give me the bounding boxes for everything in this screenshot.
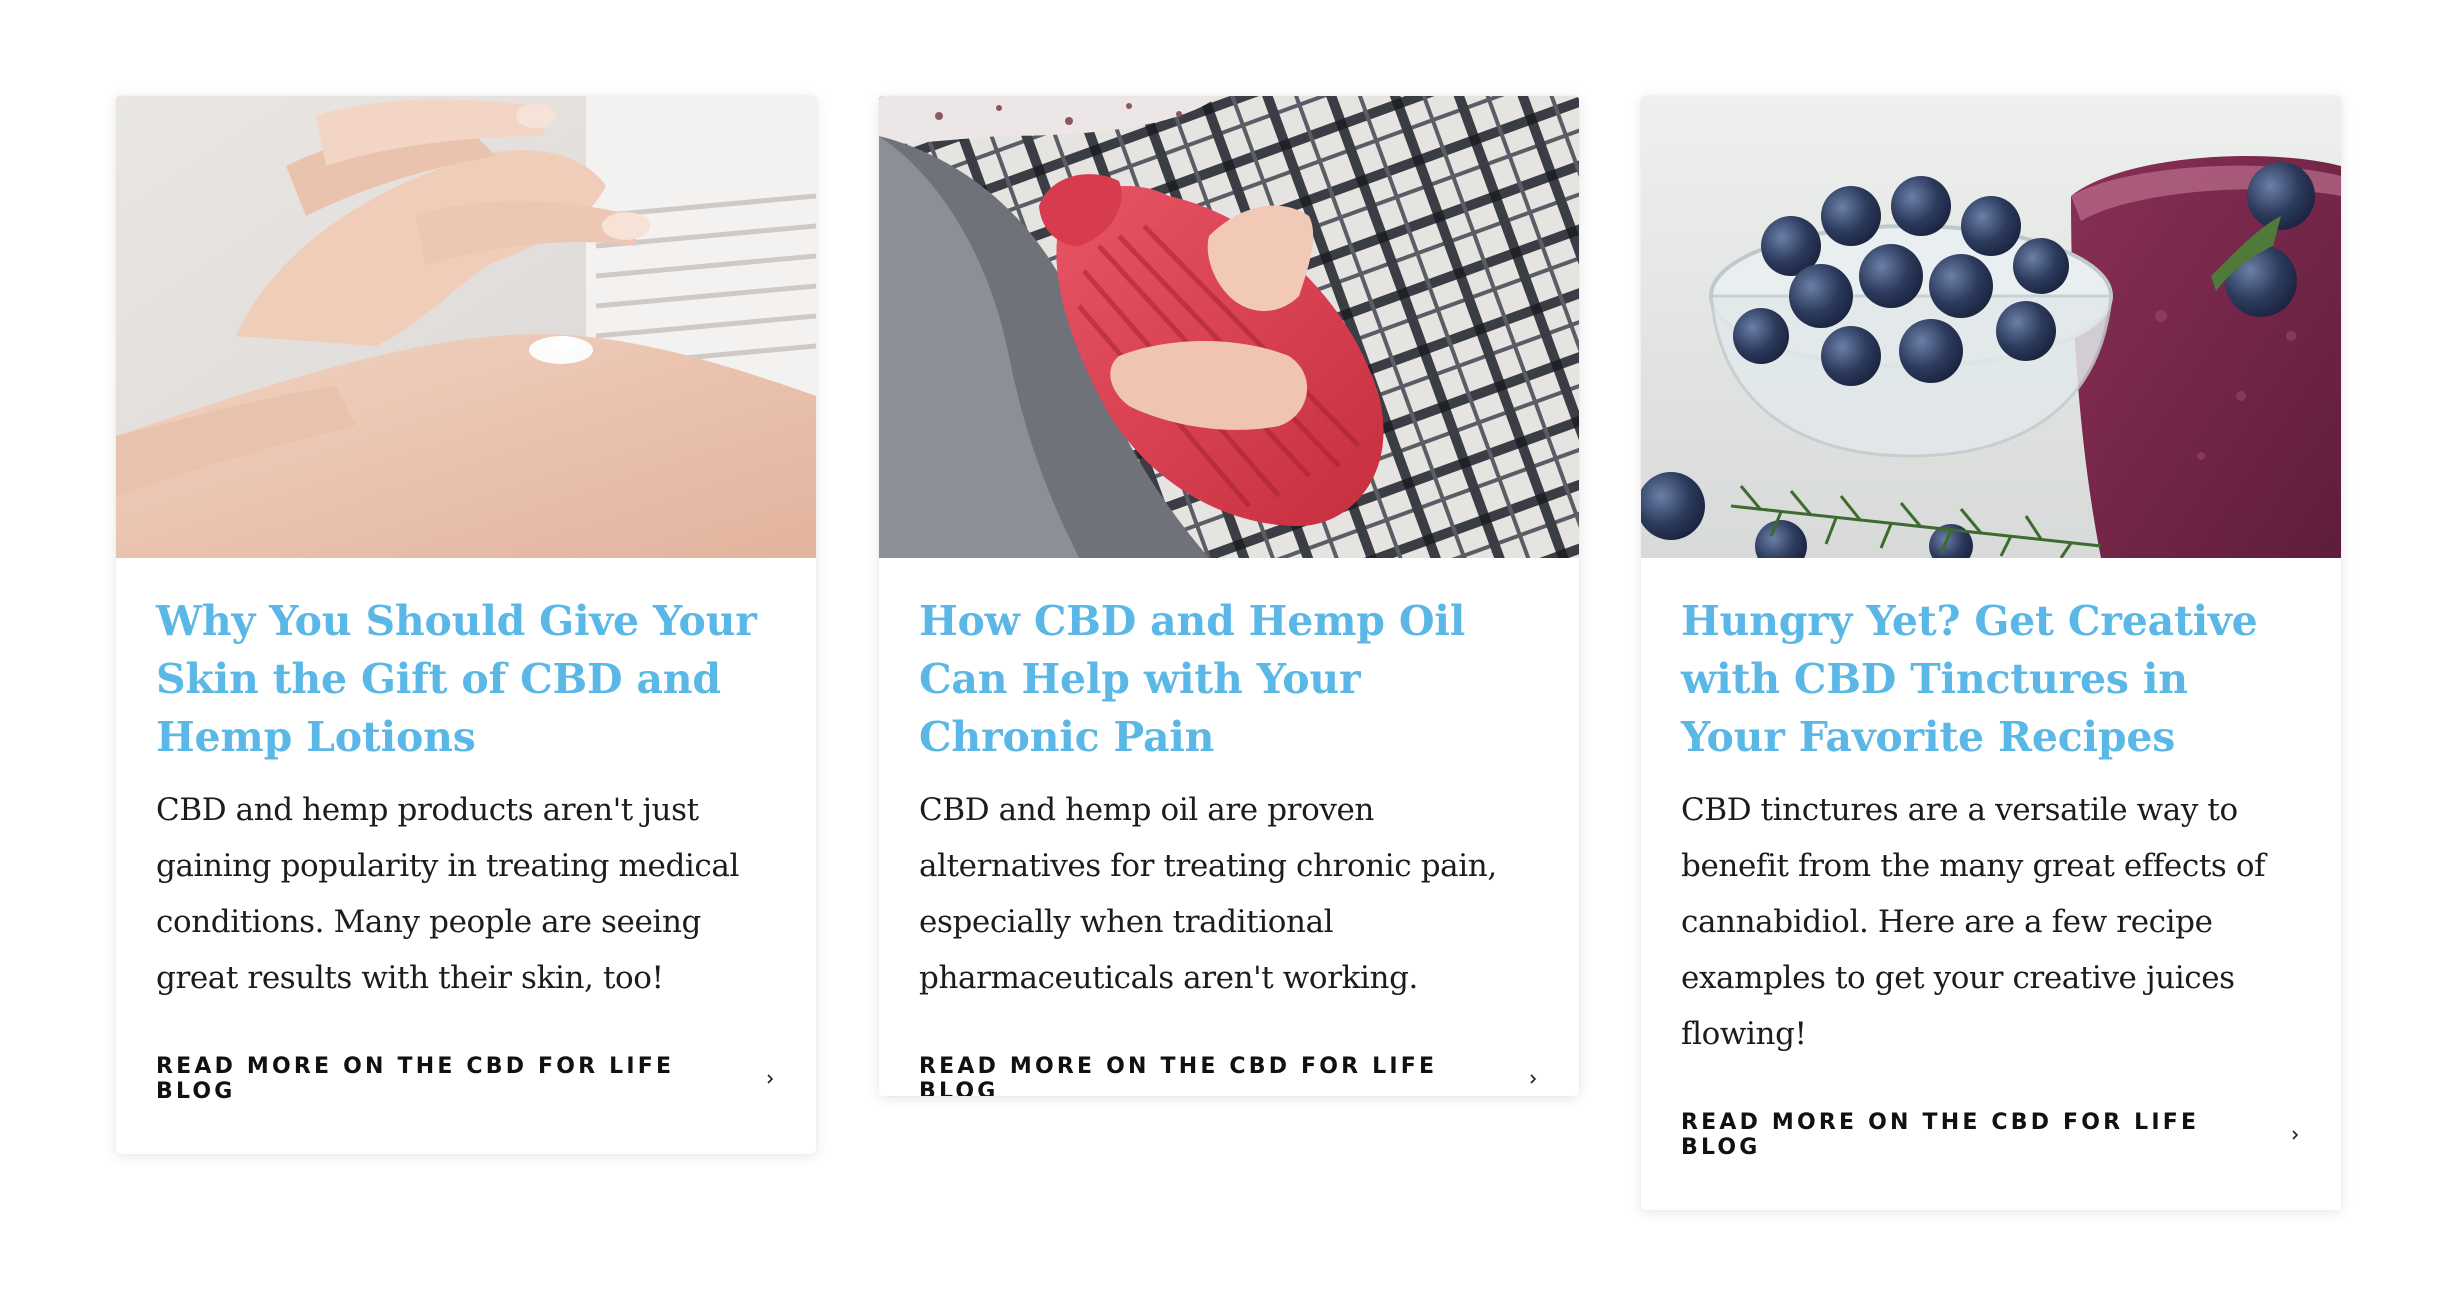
card-title[interactable]: Hungry Yet? Get Creative with CBD Tinctu…	[1681, 592, 2301, 766]
blog-card: Hungry Yet? Get Creative with CBD Tinctu…	[1641, 96, 2341, 1210]
chevron-right-icon	[1527, 1073, 1539, 1085]
card-excerpt: CBD and hemp products aren't just gainin…	[156, 792, 739, 996]
read-more-label: READ MORE ON THE CBD FOR LIFE BLOG	[1681, 1110, 2200, 1160]
blog-card: Why You Should Give Your Skin the Gift o…	[116, 96, 816, 1154]
hot-water-bottle-photo	[879, 96, 1579, 558]
read-more-link[interactable]: READ MORE ON THE CBD FOR LIFE BLOG	[919, 1054, 1539, 1096]
card-excerpt: CBD tinctures are a versatile way to ben…	[1681, 792, 2266, 1052]
blueberries-photo	[1641, 96, 2341, 558]
card-image-lotion[interactable]	[116, 96, 816, 558]
read-more-label: READ MORE ON THE CBD FOR LIFE BLOG	[156, 1054, 675, 1104]
chevron-right-icon	[2289, 1129, 2301, 1141]
read-more-link[interactable]: READ MORE ON THE CBD FOR LIFE BLOG	[1681, 1110, 2301, 1160]
read-more-label: READ MORE ON THE CBD FOR LIFE BLOG	[919, 1054, 1438, 1096]
blog-card: How CBD and Hemp Oil Can Help with Your …	[879, 96, 1579, 1096]
card-title[interactable]: How CBD and Hemp Oil Can Help with Your …	[919, 592, 1539, 766]
card-image-hot-water-bottle[interactable]	[879, 96, 1579, 558]
read-more-link[interactable]: READ MORE ON THE CBD FOR LIFE BLOG	[156, 1054, 776, 1104]
lotion-photo	[116, 96, 816, 558]
card-title[interactable]: Why You Should Give Your Skin the Gift o…	[156, 592, 776, 766]
chevron-right-icon	[764, 1073, 776, 1085]
card-image-blueberries[interactable]	[1641, 96, 2341, 558]
card-excerpt: CBD and hemp oil are proven alternatives…	[919, 792, 1497, 996]
